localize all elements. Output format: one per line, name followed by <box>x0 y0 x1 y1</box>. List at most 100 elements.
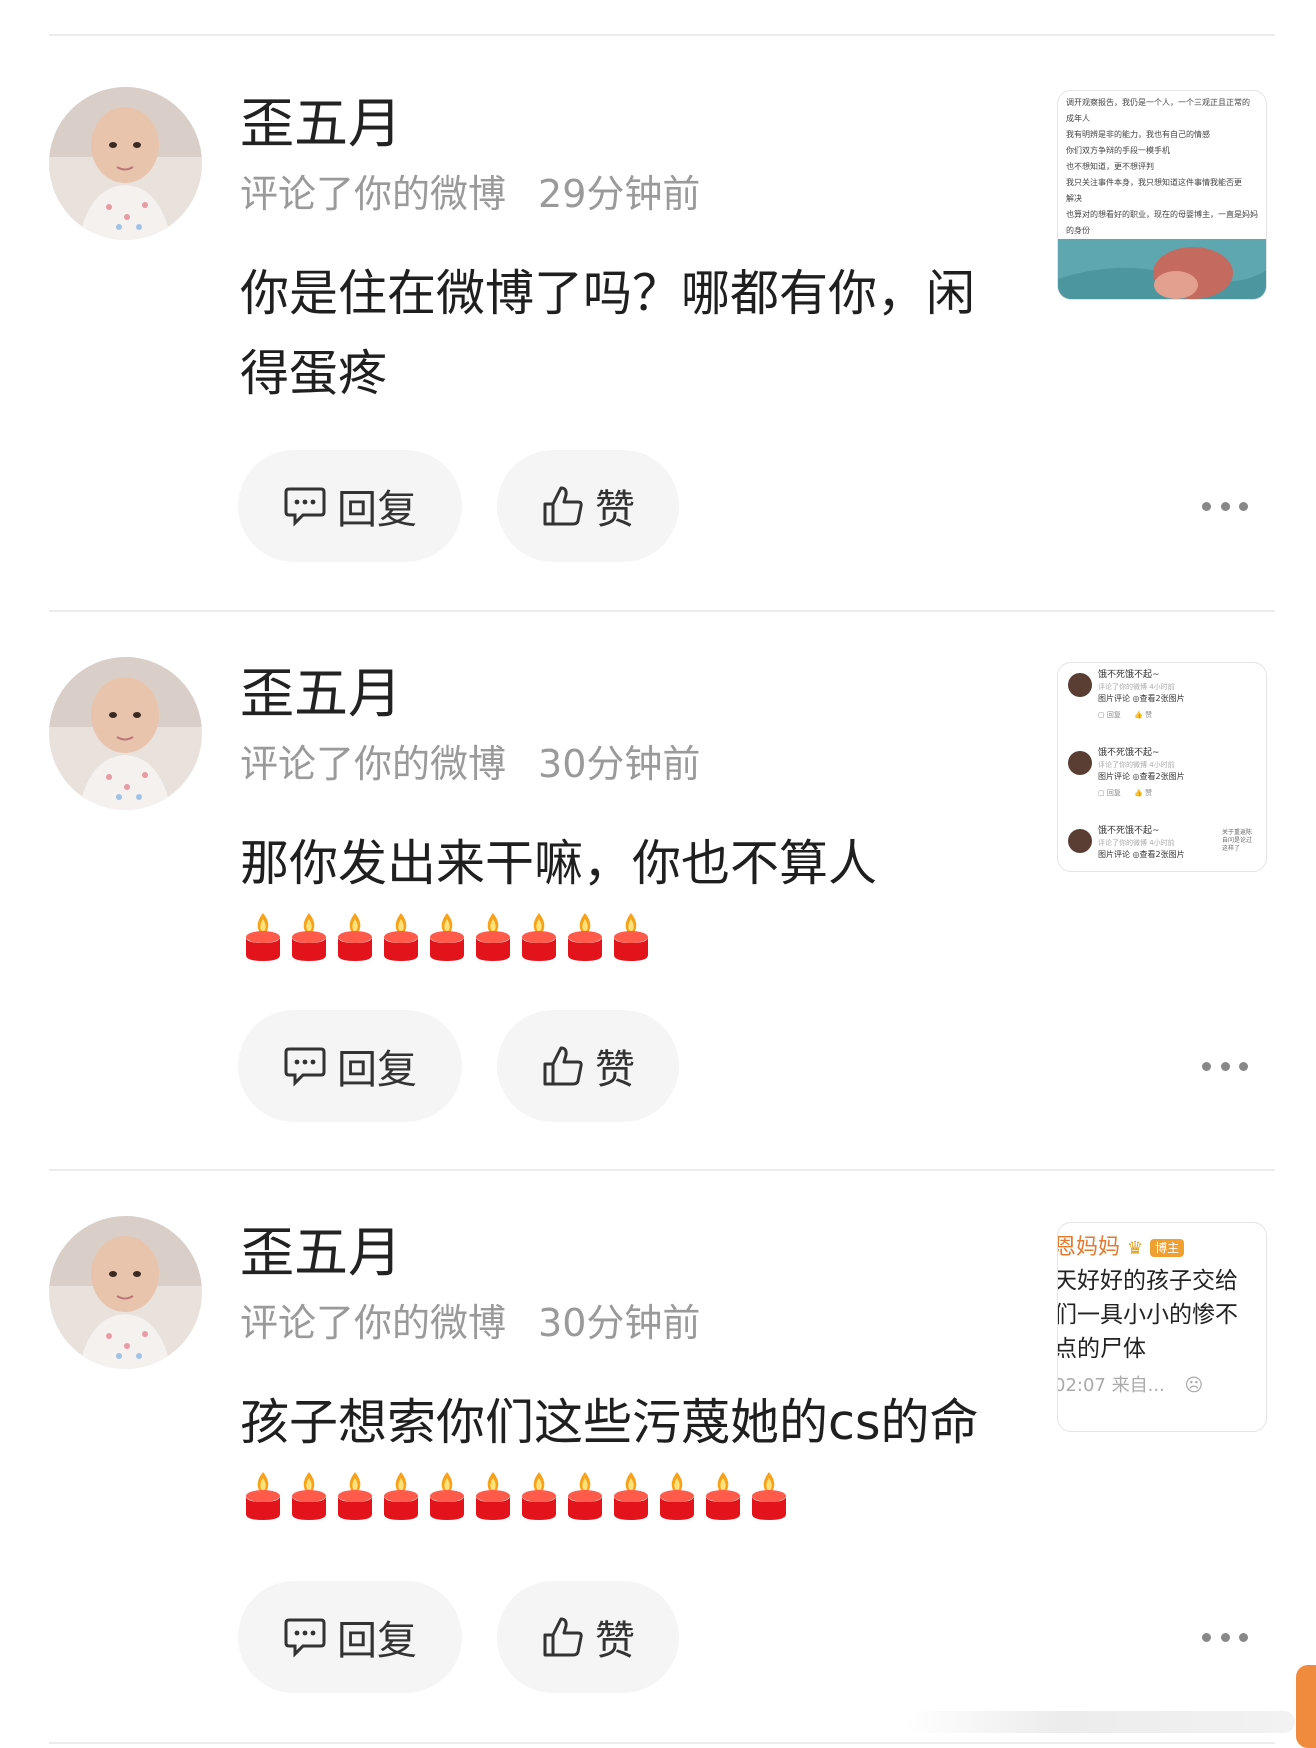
thumbnail-line: 你们双方争辩的手段一模手机 <box>1066 146 1170 155</box>
crown-icon: ♛ <box>1127 1238 1144 1259</box>
like-label: 赞 <box>595 1047 635 1093</box>
comment-text: 那你发出来干嘛，你也不算人 <box>240 824 1000 987</box>
avatar <box>1068 829 1092 853</box>
thumbs-up-icon <box>543 1046 583 1086</box>
thumbnail-line: 解决 <box>1066 194 1082 203</box>
thumbnail-line: 调开观察报告，我仍是一个人，一个三观正且正常的 <box>1066 98 1250 107</box>
like-label: 赞 <box>595 487 635 533</box>
thumbnail-post: 恩妈妈 ♛ 博主 天好好的孩子交给 们一具小小的惨不 点的尸体 02:07 来自..… <box>1057 1223 1266 1406</box>
thumbnail-list-item: 饿不死饿不起~ 评论了你的微博 4小时前 图片评论 ◎查看2张图片 ▢ 回复 👍 赞 <box>1064 669 1260 747</box>
thumbnail-list-item: 饿不死饿不起~ 评论了你的微博 4小时前 图片评论 ◎查看2张图片 关于重返陈 自问是… <box>1064 825 1260 871</box>
bottom-divider <box>49 1742 1275 1744</box>
thumbnail-line: 的身份 <box>1066 226 1090 235</box>
candle-emoji <box>333 907 377 987</box>
candle-emoji <box>655 1466 699 1546</box>
timestamp: 30分钟前 <box>538 742 701 786</box>
action-text: 评论了你的微博 <box>240 742 507 786</box>
candle-emojis <box>240 1463 792 1546</box>
candle-emoji <box>379 1466 423 1546</box>
thumbnail-item-actions: ▢ 回复 👍 赞 <box>1098 711 1153 719</box>
comment-card: 歪五月 评论了你的微博 30分钟前 孩子想索你们这些污蔑她的cs的命 回复 赞 恩… <box>0 1163 1316 1723</box>
thumbnail-item-actions: ▢ 回复 👍 赞 <box>1098 789 1153 797</box>
like-button[interactable]: 赞 <box>497 1010 679 1122</box>
thumbnail-item-name: 饿不死饿不起~ <box>1098 748 1160 758</box>
thumbnail-line: 也不想知道，更不想评判 <box>1066 162 1154 171</box>
comment-meta: 评论了你的微博 30分钟前 <box>240 1301 700 1347</box>
thumbnail-line: 也算对的想看好的职业，现在的母婴博主，一直是妈妈 <box>1066 210 1258 219</box>
candle-emoji <box>425 907 469 987</box>
thumbnail-photo <box>1058 239 1266 299</box>
action-text: 评论了你的微博 <box>240 1301 507 1345</box>
candle-emoji <box>563 1466 607 1546</box>
candle-emoji <box>333 1466 377 1546</box>
comment-text: 孩子想索你们这些污蔑她的cs的命 <box>240 1383 1000 1546</box>
reply-button[interactable]: 回复 <box>238 1581 462 1693</box>
comment-text: 你是住在微博了吗？哪都有你，闲得蛋疼 <box>240 254 1000 414</box>
timestamp: 29分钟前 <box>538 172 701 216</box>
thumbnail-line: 天好好的孩子交给 <box>1057 1268 1238 1294</box>
reply-label: 回复 <box>337 487 417 533</box>
comment-card: 歪五月 评论了你的微博 29分钟前 你是住在微博了吗？哪都有你，闲得蛋疼 回复 赞… <box>0 34 1316 594</box>
thumbs-up-icon <box>543 1617 583 1657</box>
candle-emoji <box>241 1466 285 1546</box>
reply-icon <box>284 1618 326 1658</box>
thumbnail-line: 们一具小小的惨不 <box>1057 1302 1238 1328</box>
floating-side-tab[interactable] <box>1296 1665 1316 1748</box>
like-button[interactable]: 赞 <box>497 1581 679 1693</box>
username[interactable]: 歪五月 <box>240 1221 402 1286</box>
thumbnail-footer: 02:07 来自... <box>1057 1375 1165 1396</box>
candle-emoji <box>471 1466 515 1546</box>
like-label: 赞 <box>595 1618 635 1664</box>
username[interactable]: 歪五月 <box>240 662 402 727</box>
comment-card: 歪五月 评论了你的微博 30分钟前 那你发出来干嘛，你也不算人 回复 赞 饿不死饿… <box>0 604 1316 1164</box>
more-icon[interactable] <box>1202 499 1248 513</box>
avatar[interactable] <box>49 657 202 810</box>
post-thumbnail[interactable]: 饿不死饿不起~ 评论了你的微博 4小时前 图片评论 ◎查看2张图片 ▢ 回复 👍 赞饿… <box>1057 662 1267 872</box>
thumbnail-line: 我只关注事件本身，我只想知道这件事情我能否更 <box>1066 178 1242 187</box>
reply-button[interactable]: 回复 <box>238 1010 462 1122</box>
thumbs-up-icon <box>543 486 583 526</box>
avatar <box>1068 751 1092 775</box>
reply-icon <box>284 487 326 527</box>
thumbnail-item-sub: 评论了你的微博 4小时前 <box>1098 761 1175 769</box>
thumbnail-item-side: 关于重返陈 自问是论过 这样了 <box>1222 829 1253 852</box>
thumbnail-item-sub: 评论了你的微博 4小时前 <box>1098 683 1175 691</box>
blogger-badge: 博主 <box>1150 1239 1185 1257</box>
thumbnail-comment-list: 饿不死饿不起~ 评论了你的微博 4小时前 图片评论 ◎查看2张图片 ▢ 回复 👍 赞饿… <box>1058 663 1266 871</box>
comment-meta: 评论了你的微博 30分钟前 <box>240 742 700 788</box>
post-thumbnail[interactable]: 恩妈妈 ♛ 博主 天好好的孩子交给 们一具小小的惨不 点的尸体 02:07 来自..… <box>1057 1222 1267 1432</box>
avatar <box>1068 673 1092 697</box>
candle-emoji <box>241 907 285 987</box>
comment-body: 孩子想索你们这些污蔑她的cs的命 <box>240 1394 979 1451</box>
like-button[interactable]: 赞 <box>497 450 679 562</box>
more-icon[interactable] <box>1202 1630 1248 1644</box>
username[interactable]: 歪五月 <box>240 92 402 157</box>
thumbnail-item-name: 饿不死饿不起~ <box>1098 670 1160 680</box>
avatar[interactable] <box>49 1216 202 1369</box>
thumbnail-list-item: 饿不死饿不起~ 评论了你的微博 4小时前图片评论 ◎查看2张图片 ▢ 回复 👍 赞 <box>1064 747 1260 825</box>
thumbnail-line: 成年人 <box>1066 114 1090 123</box>
candle-emoji <box>563 907 607 987</box>
comment-meta: 评论了你的微博 29分钟前 <box>240 172 700 218</box>
thumbnail-author: 恩妈妈 <box>1057 1235 1121 1260</box>
candle-emoji <box>287 907 331 987</box>
avatar[interactable] <box>49 87 202 240</box>
candle-emoji <box>609 1466 653 1546</box>
thumbnail-text: 调开观察报告，我仍是一个人，一个三观正且正常的 成年人我有明辨是非的能力，我也有自… <box>1058 91 1266 239</box>
sad-face-icon: ☹ <box>1184 1375 1204 1396</box>
post-thumbnail[interactable]: 调开观察报告，我仍是一个人，一个三观正且正常的 成年人我有明辨是非的能力，我也有自… <box>1057 90 1267 300</box>
reply-icon <box>284 1047 326 1087</box>
candle-emoji <box>379 907 423 987</box>
candle-emoji <box>747 1466 791 1546</box>
thumbnail-line: 点的尸体 <box>1057 1336 1146 1362</box>
thumbnail-line: 我有明辨是非的能力，我也有自己的情感 <box>1066 130 1210 139</box>
comment-body: 你是住在微博了吗？哪都有你，闲得蛋疼 <box>240 265 976 402</box>
candle-emoji <box>517 1466 561 1546</box>
thumbnail-text: 天好好的孩子交给 们一具小小的惨不 点的尸体 <box>1057 1264 1266 1366</box>
thumbnail-item-body: 图片评论 ◎查看2张图片 <box>1098 772 1185 781</box>
action-text: 评论了你的微博 <box>240 172 507 216</box>
more-icon[interactable] <box>1202 1059 1248 1073</box>
candle-emoji <box>425 1466 469 1546</box>
reply-button[interactable]: 回复 <box>238 450 462 562</box>
scroll-indicator <box>905 1711 1295 1733</box>
